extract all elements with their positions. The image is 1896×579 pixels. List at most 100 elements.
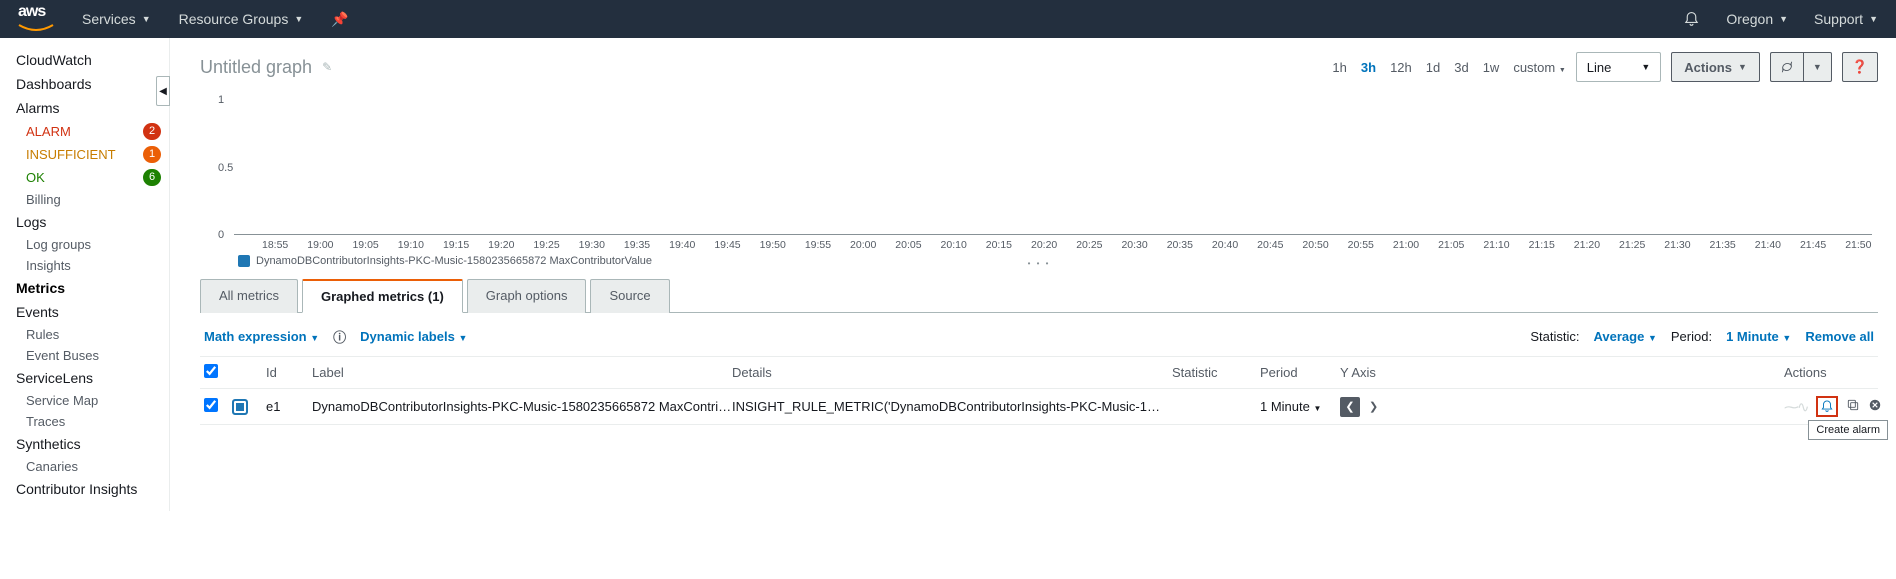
header-statistic: Statistic bbox=[1172, 365, 1260, 380]
remove-metric-icon[interactable] bbox=[1868, 398, 1882, 415]
range-1d[interactable]: 1d bbox=[1426, 60, 1440, 75]
sidebar-item-cloudwatch[interactable]: CloudWatch bbox=[12, 48, 169, 72]
graph-title[interactable]: Untitled graph bbox=[200, 57, 312, 78]
tab-graphed-metrics[interactable]: Graphed metrics (1) bbox=[302, 279, 463, 313]
chevron-down-icon: ▼ bbox=[1648, 333, 1657, 343]
sidebar-item-insufficient[interactable]: INSUFFICIENT1 bbox=[12, 143, 169, 166]
range-3h[interactable]: 3h bbox=[1361, 60, 1376, 75]
chevron-down-icon: ▼ bbox=[294, 14, 303, 24]
table-row: e1 DynamoDBContributorInsights-PKC-Music… bbox=[200, 389, 1878, 425]
header-details: Details bbox=[732, 365, 1172, 380]
tab-source[interactable]: Source bbox=[590, 279, 669, 313]
sidebar-item-traces[interactable]: Traces bbox=[12, 411, 169, 432]
sidebar: ◀ CloudWatch Dashboards Alarms ALARM2 IN… bbox=[0, 38, 170, 511]
sidebar-item-alarms[interactable]: Alarms bbox=[12, 96, 169, 120]
tab-all-metrics[interactable]: All metrics bbox=[200, 279, 298, 313]
statistic-label: Statistic: bbox=[1530, 329, 1579, 344]
row-period[interactable]: 1 Minute ▼ bbox=[1260, 399, 1340, 414]
sidebar-item-event-buses[interactable]: Event Buses bbox=[12, 345, 169, 366]
sidebar-item-contributor-insights[interactable]: Contributor Insights bbox=[12, 477, 169, 501]
duplicate-icon[interactable] bbox=[1846, 398, 1860, 415]
range-1h[interactable]: 1h bbox=[1332, 60, 1346, 75]
chevron-down-icon: ▼ bbox=[1782, 333, 1791, 343]
main-content: Untitled graph ✎ 1h 3h 12h 1d 3d 1w cust… bbox=[170, 38, 1896, 511]
sidebar-item-dashboards[interactable]: Dashboards bbox=[12, 72, 169, 96]
select-all-checkbox[interactable] bbox=[204, 364, 218, 378]
sidebar-item-service-map[interactable]: Service Map bbox=[12, 390, 169, 411]
aws-logo[interactable]: aws bbox=[18, 3, 54, 36]
sidebar-item-log-groups[interactable]: Log groups bbox=[12, 234, 169, 255]
refresh-button[interactable] bbox=[1770, 52, 1803, 82]
header-id: Id bbox=[266, 365, 312, 380]
sidebar-item-events[interactable]: Events bbox=[12, 300, 169, 324]
ok-count-badge: 6 bbox=[143, 169, 161, 186]
actions-button[interactable]: Actions▼ bbox=[1671, 52, 1760, 82]
chevron-down-icon: ▼ bbox=[310, 333, 319, 343]
chart-x-axis bbox=[234, 234, 1872, 235]
range-3d[interactable]: 3d bbox=[1454, 60, 1468, 75]
legend-swatch-icon bbox=[238, 255, 250, 267]
graph-type-select[interactable]: Line▼ bbox=[1576, 52, 1662, 82]
statistic-select[interactable]: Average ▼ bbox=[1593, 329, 1656, 344]
dynamic-labels-link[interactable]: Dynamic labels ▼ bbox=[360, 329, 467, 344]
chevron-down-icon: ▼ bbox=[142, 14, 151, 24]
sidebar-item-synthetics[interactable]: Synthetics bbox=[12, 432, 169, 456]
sidebar-item-alarm-state[interactable]: ALARM2 bbox=[12, 120, 169, 143]
insufficient-count-badge: 1 bbox=[143, 146, 161, 163]
sidebar-item-rules[interactable]: Rules bbox=[12, 324, 169, 345]
chevron-down-icon: ▼ bbox=[1641, 62, 1650, 72]
header-period: Period bbox=[1260, 365, 1340, 380]
sidebar-item-metrics[interactable]: Metrics bbox=[12, 276, 169, 300]
sidebar-item-ok[interactable]: OK6 bbox=[12, 166, 169, 189]
chevron-down-icon: ▼ bbox=[1869, 14, 1878, 24]
header-actions: Actions bbox=[1784, 365, 1874, 380]
top-nav: aws Services▼ Resource Groups▼ 📌 Oregon▼… bbox=[0, 0, 1896, 38]
row-label[interactable]: DynamoDBContributorInsights-PKC-Music-15… bbox=[312, 399, 732, 414]
sidebar-item-billing[interactable]: Billing bbox=[12, 189, 169, 210]
chart-legend: DynamoDBContributorInsights-PKC-Music-15… bbox=[238, 255, 1872, 267]
alarm-count-badge: 2 bbox=[143, 123, 161, 140]
edit-title-icon[interactable]: ✎ bbox=[322, 60, 332, 74]
range-12h[interactable]: 12h bbox=[1390, 60, 1412, 75]
yaxis-left-button[interactable]: ❮ bbox=[1340, 397, 1360, 417]
region-selector[interactable]: Oregon▼ bbox=[1726, 11, 1788, 27]
help-button[interactable]: ❓ bbox=[1842, 52, 1878, 82]
anomaly-detection-icon[interactable]: ⁓∿ bbox=[1784, 398, 1808, 416]
resource-groups-menu[interactable]: Resource Groups▼ bbox=[179, 11, 304, 27]
metrics-tabs: All metrics Graphed metrics (1) Graph op… bbox=[200, 278, 1878, 313]
series-color-swatch[interactable] bbox=[232, 399, 248, 415]
sidebar-item-canaries[interactable]: Canaries bbox=[12, 456, 169, 477]
range-custom[interactable]: custom ▼ bbox=[1513, 60, 1565, 75]
sidebar-item-servicelens[interactable]: ServiceLens bbox=[12, 366, 169, 390]
support-menu[interactable]: Support▼ bbox=[1814, 11, 1878, 27]
chart: 00.51 18:5519:0019:0519:1019:1519:2019:2… bbox=[200, 88, 1878, 253]
math-expression-link[interactable]: Math expression ▼ bbox=[204, 329, 319, 344]
math-help-icon[interactable]: ⓘ bbox=[333, 327, 346, 346]
pin-icon[interactable]: 📌 bbox=[331, 11, 348, 28]
period-select[interactable]: 1 Minute ▼ bbox=[1726, 329, 1791, 344]
chevron-down-icon: ▼ bbox=[458, 333, 467, 343]
tab-graph-options[interactable]: Graph options bbox=[467, 279, 587, 313]
legend-label: DynamoDBContributorInsights-PKC-Music-15… bbox=[256, 255, 652, 267]
sidebar-item-insights[interactable]: Insights bbox=[12, 255, 169, 276]
graphed-metrics-toolbar: Math expression ▼ ⓘ Dynamic labels ▼ Sta… bbox=[200, 313, 1878, 356]
header-label: Label bbox=[312, 365, 732, 380]
time-range-picker: 1h 3h 12h 1d 3d 1w custom ▼ bbox=[1332, 60, 1565, 75]
header-yaxis: Y Axis bbox=[1340, 365, 1400, 380]
period-label: Period: bbox=[1671, 329, 1712, 344]
yaxis-right-button[interactable]: ❯ bbox=[1364, 397, 1384, 417]
chevron-down-icon: ▼ bbox=[1314, 404, 1322, 413]
services-menu[interactable]: Services▼ bbox=[82, 11, 151, 27]
create-alarm-button[interactable] bbox=[1816, 396, 1838, 417]
row-details: INSIGHT_RULE_METRIC('DynamoDBContributor… bbox=[732, 399, 1172, 414]
row-checkbox[interactable] bbox=[204, 398, 218, 412]
row-id: e1 bbox=[266, 399, 312, 414]
range-1w[interactable]: 1w bbox=[1483, 60, 1500, 75]
sidebar-item-logs[interactable]: Logs bbox=[12, 210, 169, 234]
refresh-options-button[interactable]: ▼ bbox=[1803, 52, 1832, 82]
aws-smile-icon bbox=[18, 23, 54, 33]
notifications-icon[interactable] bbox=[1683, 9, 1700, 29]
remove-all-link[interactable]: Remove all bbox=[1805, 329, 1874, 344]
collapse-sidebar-icon[interactable]: ◀ bbox=[156, 76, 170, 106]
chevron-down-icon: ▼ bbox=[1779, 14, 1788, 24]
